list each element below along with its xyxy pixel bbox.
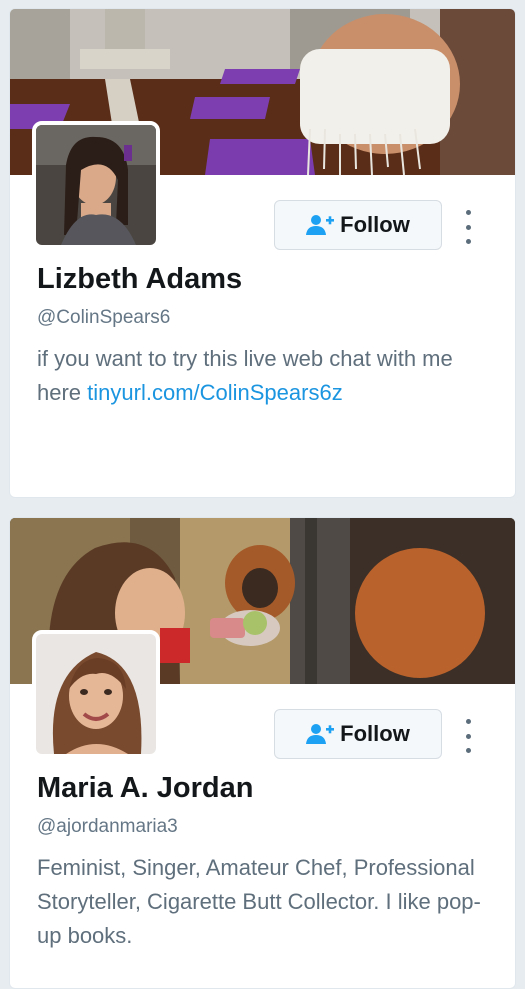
avatar[interactable] [32,630,160,758]
bio-link[interactable]: tinyurl.com/ColinSpears6z [87,380,343,405]
user-name[interactable]: Maria A. Jordan [37,772,253,805]
user-bio: if you want to try this live web chat wi… [37,342,492,410]
more-vertical-icon [465,210,471,215]
follow-label: Follow [340,721,410,746]
follow-button[interactable]: Follow [274,709,442,759]
user-bio: Feminist, Singer, Amateur Chef, Professi… [37,851,492,953]
more-vertical-icon [465,719,471,724]
user-name[interactable]: Lizbeth Adams [37,263,242,296]
add-user-icon [306,723,335,745]
follow-button[interactable]: Follow [274,200,442,250]
user-handle[interactable]: @ajordanmaria3 [37,816,178,838]
user-card[interactable]: Follow Lizbeth Adams @ColinSpears6 if yo… [9,8,516,498]
follow-label: Follow [340,212,410,237]
more-options-button[interactable] [456,719,480,753]
bio-text: Feminist, Singer, Amateur Chef, Professi… [37,855,481,948]
avatar[interactable] [32,121,160,249]
user-handle[interactable]: @ColinSpears6 [37,307,170,329]
more-options-button[interactable] [456,210,480,244]
user-card[interactable]: Follow Maria A. Jordan @ajordanmaria3 Fe… [9,517,516,989]
add-user-icon [306,214,335,236]
